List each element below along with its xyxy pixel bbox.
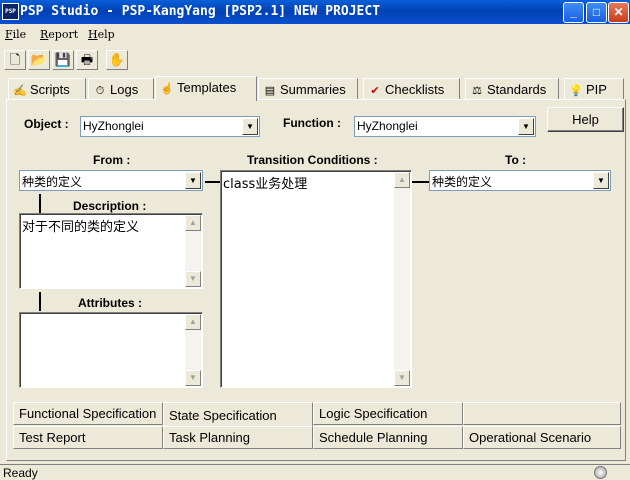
scroll-up-icon[interactable]: ▲ (185, 314, 201, 330)
tab-state-specification[interactable]: State Specification (163, 402, 313, 427)
vertical-scrollbar[interactable]: ▲ ▼ (394, 172, 410, 386)
vertical-scrollbar[interactable]: ▲ ▼ (185, 215, 201, 287)
from-label: From : (93, 153, 131, 167)
transition-conditions-text: class业务处理 (223, 177, 308, 192)
connector-line (412, 181, 429, 183)
scroll-up-icon[interactable]: ▲ (185, 215, 201, 231)
function-label: Function : (283, 116, 341, 130)
menu-report[interactable]: Report (40, 28, 78, 41)
tab-test-report[interactable]: Test Report (13, 426, 163, 449)
new-file-icon[interactable]: 🗋 (4, 50, 26, 70)
from-state-combo[interactable]: 种类的定义 ▼ (19, 170, 203, 191)
chevron-down-icon[interactable]: ▼ (593, 172, 609, 189)
transition-conditions-label: Transition Conditions : (247, 153, 378, 167)
to-label: To : (505, 153, 527, 167)
tab-scripts-label: Scripts (30, 82, 70, 97)
description-text: 对于不同的类的定义 (22, 220, 140, 235)
toolbar: 🗋 📂 💾 🖶 ✋ (4, 47, 132, 73)
menu-report-label: eport (48, 28, 79, 41)
connector-line (39, 292, 41, 311)
menu-file-key: F (5, 28, 13, 41)
templates-panel: Object : HyZhonglei ▼ Function : HyZhong… (6, 99, 626, 461)
save-icon[interactable]: 💾 (52, 50, 74, 70)
function-combo[interactable]: HyZhonglei ▼ (354, 116, 536, 137)
templates-icon: ☝ (160, 83, 174, 95)
tab-standards[interactable]: ⚖ Standards (465, 78, 559, 100)
to-state-value: 种类的定义 (432, 175, 493, 189)
menu-file[interactable]: File (5, 28, 26, 41)
menu-help-label: elp (97, 28, 115, 41)
to-state-combo[interactable]: 种类的定义 ▼ (429, 170, 611, 191)
tab-logs-label: Logs (110, 82, 139, 97)
tab-functional-specification[interactable]: Functional Specification (13, 402, 163, 425)
attributes-label: Attributes : (78, 296, 142, 310)
tab-checklists-label: Checklists (385, 82, 445, 97)
close-button[interactable]: ✕ (608, 2, 629, 23)
tab-scripts[interactable]: ✍ Scripts (8, 78, 86, 100)
status-text: Ready (3, 466, 38, 480)
tab-schedule-planning[interactable]: Schedule Planning (313, 426, 463, 449)
object-value: HyZhonglei (83, 119, 144, 133)
tab-templates-label: Templates (177, 80, 237, 95)
tab-logs[interactable]: ⏱ Logs (88, 78, 154, 100)
open-folder-icon[interactable]: 📂 (28, 50, 50, 70)
object-combo[interactable]: HyZhonglei ▼ (80, 116, 260, 137)
app-logo-icon: PSP (2, 3, 19, 20)
window-title: PSP Studio - PSP-KangYang [PSP2.1] NEW P… (20, 4, 381, 19)
maximize-button[interactable]: □ (586, 2, 607, 23)
tab-pip[interactable]: 💡 PIP (564, 78, 624, 100)
vertical-scrollbar[interactable]: ▲ ▼ (185, 314, 201, 386)
menu-help[interactable]: Help (88, 28, 115, 41)
status-bar: Ready (0, 464, 630, 480)
description-textarea[interactable]: 对于不同的类的定义 ▲ ▼ (19, 213, 203, 289)
connector-line (39, 194, 41, 213)
tab-standards-label: Standards (487, 82, 547, 97)
chevron-down-icon[interactable]: ▼ (185, 172, 201, 189)
tab-pip-label: PIP (586, 82, 607, 97)
connector-line (205, 181, 221, 183)
menu-help-key: H (88, 28, 98, 41)
chevron-down-icon[interactable]: ▼ (242, 118, 258, 135)
tab-operational-scenario[interactable]: Operational Scenario (463, 426, 621, 449)
menu-file-label: ile (12, 28, 27, 41)
chevron-down-icon[interactable]: ▼ (518, 118, 534, 135)
minimize-button[interactable]: _ (563, 2, 584, 23)
tab-summaries[interactable]: ▤ Summaries (258, 78, 358, 100)
title-bar[interactable]: PSP PSP Studio - PSP-KangYang [PSP2.1] N… (0, 0, 630, 24)
print-icon[interactable]: 🖶 (76, 50, 98, 70)
tab-empty (463, 402, 621, 425)
attributes-textarea[interactable]: ▲ ▼ (19, 312, 203, 388)
from-state-value: 种类的定义 (22, 175, 83, 189)
scroll-down-icon[interactable]: ▼ (394, 370, 410, 386)
help-button[interactable]: Help (547, 107, 624, 132)
tab-task-planning[interactable]: Task Planning (163, 426, 313, 449)
scroll-up-icon[interactable]: ▲ (394, 172, 410, 188)
object-label: Object : (24, 117, 69, 131)
transition-conditions-textarea[interactable]: class业务处理 ▲ ▼ (220, 170, 412, 388)
main-tab-strip: ✍ Scripts ⏱ Logs ☝ Templates ▤ Summaries ✔ Ch… (0, 76, 630, 101)
scroll-down-icon[interactable]: ▼ (185, 370, 201, 386)
menu-bar: File Report Help (0, 26, 630, 44)
function-value: HyZhonglei (357, 119, 418, 133)
status-indicator-icon (594, 466, 607, 479)
tab-state-specification-label: State Specification (169, 408, 277, 423)
tab-checklists[interactable]: ✔ Checklists (363, 78, 460, 100)
tab-templates[interactable]: ☝ Templates (155, 76, 257, 101)
description-label: Description : (73, 199, 147, 213)
tab-logic-specification[interactable]: Logic Specification (313, 402, 463, 425)
scroll-down-icon[interactable]: ▼ (185, 271, 201, 287)
wizard-hand-icon[interactable]: ✋ (106, 50, 128, 70)
tab-summaries-label: Summaries (280, 82, 346, 97)
